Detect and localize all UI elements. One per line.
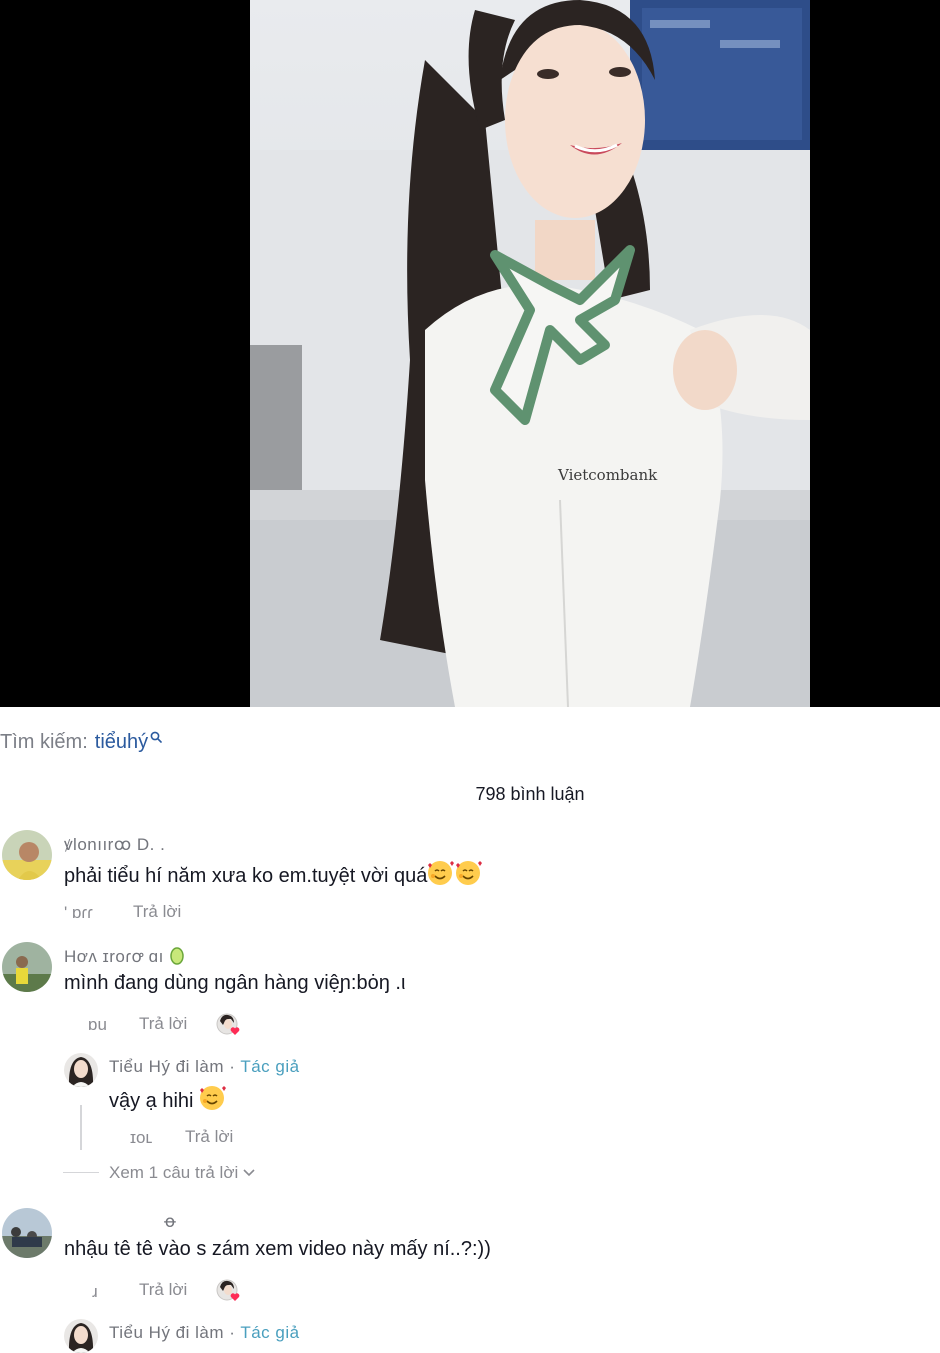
view-more-replies-label: Xem 1 câu trả lời xyxy=(109,1163,239,1182)
comment-username-text: Hơʌ ɪroɾꝍ ɑı xyxy=(64,947,164,966)
reply-text: vậy ạ hihi xyxy=(109,1085,227,1117)
avatar[interactable] xyxy=(2,1208,52,1258)
comment-text: phải tiểu hí năm xưa ko em.tuyệt vời quá xyxy=(64,860,483,892)
search-icon[interactable] xyxy=(150,726,162,749)
thread-line xyxy=(80,1105,82,1150)
reply-username[interactable]: Tiểu Hý đi làm · Tác giả xyxy=(109,1323,300,1343)
badge-icon xyxy=(169,947,185,966)
video-still-image: Vietcombank xyxy=(250,0,810,707)
comment-timestamp: ɹ xyxy=(92,1282,98,1301)
reply-username[interactable]: Tiểu Hý đi làm · Tác giả xyxy=(109,1057,300,1077)
comment-timestamp: ' ɒɾɾ xyxy=(64,903,93,922)
comment-text: nhậu tê tê vào s zám xem video này mấy n… xyxy=(64,1238,491,1260)
video-player[interactable]: Vietcombank xyxy=(0,0,940,707)
comment-text: mình đang dùng ngân hàng việɲ:bȯŋ .ι xyxy=(64,972,406,994)
search-suggestion[interactable]: Tìm kiếm: tiểuhý xyxy=(0,727,162,757)
reply-button[interactable]: Trả lời xyxy=(139,1280,187,1300)
separator-text: · xyxy=(224,1057,241,1076)
reply-button[interactable]: Trả lời xyxy=(133,902,181,922)
video-frame[interactable]: Vietcombank xyxy=(250,0,810,707)
reply-username-text: Tiểu Hý đi làm xyxy=(109,1057,225,1076)
chevron-down-icon xyxy=(243,1163,255,1182)
author-tag: Tác giả xyxy=(240,1057,300,1076)
smiling-face-with-hearts-icon xyxy=(199,1085,227,1117)
comment-text-content: phải tiểu hí năm xưa ko em.tuyệt vời quá xyxy=(64,865,428,887)
view-replies-divider xyxy=(63,1172,99,1173)
view-more-replies-button[interactable]: Xem 1 câu trả lời xyxy=(109,1163,255,1183)
reply-timestamp: ɪoʟ xyxy=(130,1128,153,1147)
creator-liked-icon xyxy=(216,1279,240,1301)
smiling-face-with-hearts-icon xyxy=(455,860,483,892)
comment-timestamp: ɒu xyxy=(88,1015,107,1034)
author-tag: Tác giả xyxy=(240,1323,300,1342)
creator-liked-icon xyxy=(216,1013,240,1035)
reply-button[interactable]: Trả lời xyxy=(185,1127,233,1147)
reply-button[interactable]: Trả lời xyxy=(139,1014,187,1034)
comment-count: 798 bình luận xyxy=(475,784,585,804)
avatar[interactable] xyxy=(2,942,52,992)
avatar[interactable] xyxy=(64,1053,98,1087)
comment-username[interactable]: Hơʌ ɪroɾꝍ ɑı xyxy=(64,944,185,967)
search-term-link[interactable]: tiểuhý xyxy=(95,731,148,754)
reply-text-content: vậy ạ hihi xyxy=(109,1090,194,1112)
svg-text:Vietcombank: Vietcombank xyxy=(557,466,658,484)
avatar[interactable] xyxy=(2,830,52,880)
separator-text: · xyxy=(224,1323,241,1342)
comment-username[interactable]: ꝋ xyxy=(164,1212,176,1232)
comment-username[interactable]: ꝟlonıırꝏ D. . xyxy=(64,832,165,855)
search-prefix-label: Tìm kiếm: xyxy=(0,730,88,753)
reply-username-text: Tiểu Hý đi làm xyxy=(109,1323,225,1342)
avatar[interactable] xyxy=(64,1319,98,1353)
smiling-face-with-hearts-icon xyxy=(427,860,455,892)
